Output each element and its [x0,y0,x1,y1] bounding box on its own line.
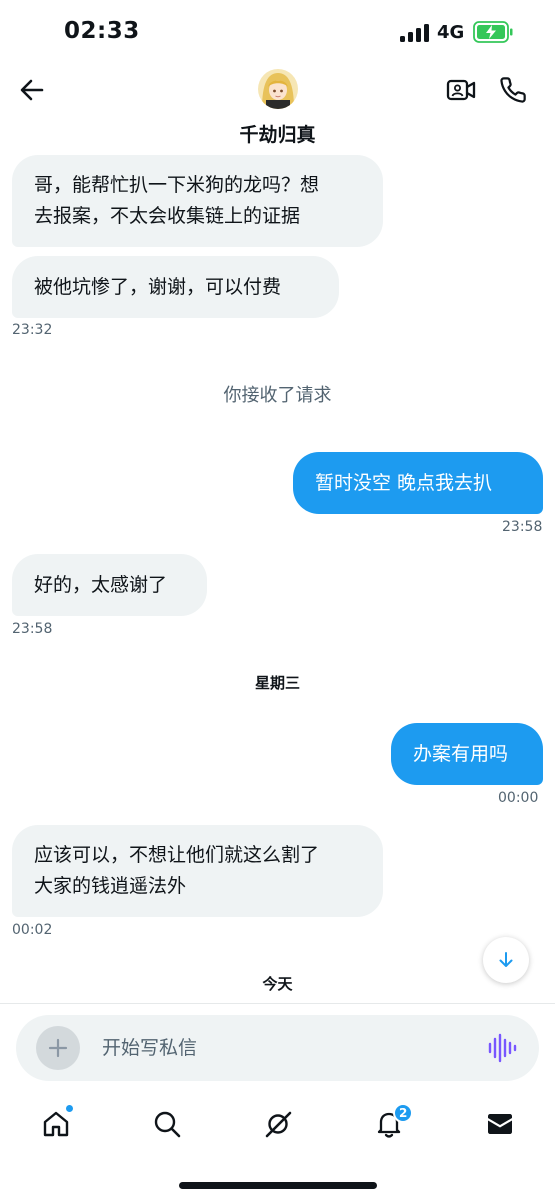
arrow-down-icon [499,952,513,967]
scroll-to-bottom-button[interactable] [483,937,529,983]
contact-name[interactable]: 千劫归真 [0,120,555,147]
message-text-line: 大家的钱逍遥法外 [34,875,187,897]
search-icon [154,1111,181,1138]
arrow-left-icon [20,79,44,101]
message-text: 办案有用吗 [413,742,509,765]
home-indicator [179,1182,377,1189]
home-icon [43,1111,69,1137]
notifications-badge: 2 [393,1103,414,1123]
message-timestamp: 00:02 [12,922,53,938]
signal-strength-icon [400,24,430,42]
avatar-image-icon [258,69,298,109]
conversation-header: 千劫归真 [0,64,555,148]
message-bubble-incoming[interactable]: 哥，能帮忙扒一下米狗的龙吗？想 去报案，不太会收集链上的证据 [12,155,383,247]
plus-icon [48,1038,68,1058]
message-input[interactable] [102,1032,462,1064]
add-media-button[interactable] [36,1026,80,1070]
envelope-icon [488,1114,512,1134]
video-camera-icon [446,79,476,101]
tab-notifications[interactable]: 2 [365,1100,414,1148]
message-timestamp: 00:00 [498,790,539,806]
grok-icon [265,1111,292,1138]
message-text-line: 哥，能帮忙扒一下米狗的龙吗？想 [34,174,320,196]
network-type: 4G [437,22,465,43]
voice-call-button[interactable] [495,72,531,108]
message-text: 暂时没空 晚点我去扒 [315,471,493,494]
day-separator: 今天 [262,975,293,993]
home-unread-dot [65,1104,74,1113]
battery-charging-icon [473,21,513,43]
day-separator: 星期三 [254,674,300,692]
message-text-line: 去报案，不太会收集链上的证据 [34,205,301,227]
message-timestamp: 23:32 [12,322,53,338]
tab-home[interactable] [32,1100,80,1148]
message-text: 被他坑惨了，谢谢，可以付费 [34,275,282,298]
message-timestamp: 23:58 [12,621,53,637]
video-call-button[interactable] [443,72,479,108]
tab-messages[interactable] [476,1100,524,1148]
voice-waveform-icon [488,1033,517,1063]
phone-icon [500,77,526,103]
status-time: 02:33 [64,18,140,44]
contact-avatar[interactable] [258,69,298,109]
voice-message-button[interactable] [486,1033,518,1063]
back-button[interactable] [14,72,50,108]
message-composer [16,1015,539,1081]
status-bar: 02:33 4G [0,0,555,64]
message-bubble-incoming[interactable]: 好的，太感谢了 [12,554,207,616]
tab-grok[interactable] [254,1100,302,1148]
message-bubble-incoming[interactable]: 应该可以，不想让他们就这么割了 大家的钱逍遥法外 [12,825,383,917]
request-accepted-notice: 你接收了请求 [223,385,332,406]
tab-search[interactable] [143,1100,191,1148]
message-timestamp: 23:58 [502,519,543,535]
message-bubble-incoming[interactable]: 被他坑惨了，谢谢，可以付费 [12,256,339,318]
message-text-line: 应该可以，不想让他们就这么割了 [34,844,320,866]
message-bubble-outgoing[interactable]: 办案有用吗 [391,723,543,785]
message-text: 好的，太感谢了 [34,573,168,596]
message-bubble-outgoing[interactable]: 暂时没空 晚点我去扒 [293,452,543,514]
composer-divider [0,1003,555,1004]
